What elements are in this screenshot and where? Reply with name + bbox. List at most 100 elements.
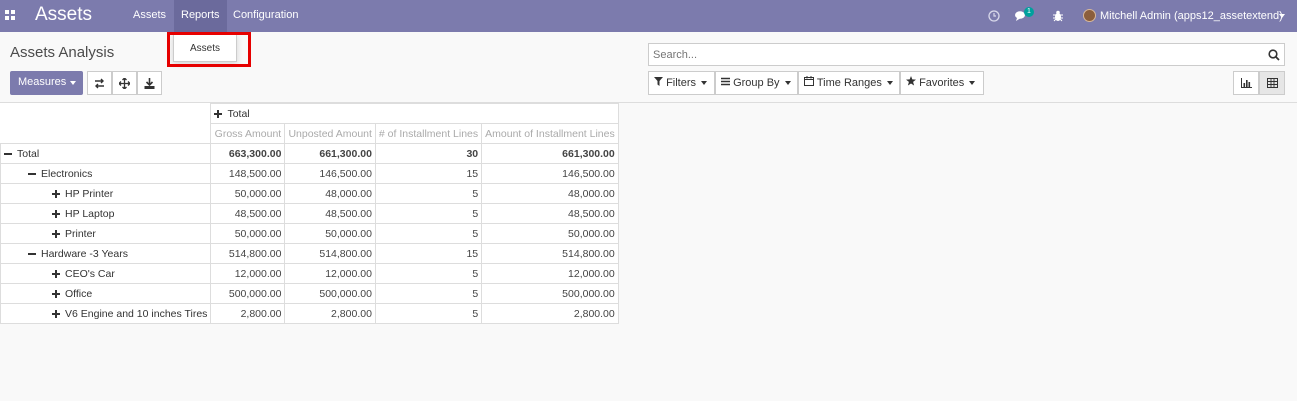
arrows-icon	[118, 77, 131, 90]
search-input[interactable]	[649, 44, 1249, 65]
row-header[interactable]: HP Printer	[0, 183, 212, 204]
measure-header-gross[interactable]: Gross Amount	[210, 123, 286, 144]
search-icon[interactable]	[1268, 49, 1280, 61]
measures-caret-icon	[70, 81, 76, 85]
value-cell[interactable]: 514,800.00	[284, 243, 376, 264]
table-row: HP Printer 50,000.00 48,000.00 5 48,000.00	[0, 183, 619, 204]
value-cell[interactable]: 514,800.00	[481, 243, 619, 264]
row-header[interactable]: Electronics	[0, 163, 212, 184]
expand-plus-icon	[52, 229, 60, 238]
favorites-button[interactable]: Favorites	[900, 71, 984, 95]
measure-header-installment-amount[interactable]: Amount of Installment Lines	[481, 123, 619, 144]
measure-header-installment-lines[interactable]: # of Installment Lines	[374, 123, 483, 144]
value-cell[interactable]: 148,500.00	[210, 163, 286, 184]
pivot-table: Total Gross Amount Unposted Amount # of …	[0, 103, 619, 324]
col-group-label: Total	[227, 107, 250, 120]
pivot-col-group-header[interactable]: Total	[210, 103, 619, 124]
value-cell[interactable]: 50,000.00	[481, 223, 619, 244]
value-cell[interactable]: 5	[374, 283, 483, 304]
value-cell[interactable]: 50,000.00	[284, 223, 376, 244]
value-cell[interactable]: 12,000.00	[210, 263, 286, 284]
activity-clock-icon[interactable]	[987, 9, 1001, 23]
menu-reports[interactable]: Reports	[174, 0, 227, 32]
measures-label: Measures	[18, 76, 67, 88]
highlight-box	[167, 32, 251, 67]
time-ranges-caret-icon	[886, 81, 893, 86]
value-cell[interactable]: 5	[374, 183, 483, 204]
value-cell[interactable]: 500,000.00	[210, 283, 286, 304]
calendar-icon	[804, 76, 814, 86]
row-label: Hardware -3 Years	[41, 247, 128, 260]
row-label: CEO's Car	[65, 267, 115, 280]
group-by-caret-icon	[784, 81, 791, 86]
pivot-view-button[interactable]	[1259, 71, 1285, 95]
value-cell[interactable]: 48,000.00	[284, 183, 376, 204]
avatar	[1083, 9, 1096, 22]
row-label: Office	[65, 287, 93, 300]
row-header[interactable]: Office	[0, 283, 212, 304]
row-header[interactable]: Total	[0, 143, 212, 164]
exchange-icon	[95, 78, 104, 89]
time-ranges-button[interactable]: Time Ranges	[798, 71, 900, 95]
value-cell[interactable]: 5	[374, 223, 483, 244]
value-cell[interactable]: 5	[374, 303, 483, 324]
value-cell[interactable]: 12,000.00	[284, 263, 376, 284]
value-cell[interactable]: 48,000.00	[481, 183, 619, 204]
row-header[interactable]: HP Laptop	[0, 203, 212, 224]
value-cell[interactable]: 514,800.00	[210, 243, 286, 264]
page-title: Assets Analysis	[10, 44, 115, 61]
value-cell[interactable]: 661,300.00	[284, 143, 376, 164]
value-cell[interactable]: 5	[374, 263, 483, 284]
table-row: Printer 50,000.00 50,000.00 5 50,000.00	[0, 223, 619, 244]
row-label: Total	[17, 147, 40, 160]
messages-badge: 1	[1024, 7, 1034, 17]
row-header[interactable]: Printer	[0, 223, 212, 244]
measures-button[interactable]: Measures	[10, 71, 83, 95]
collapse-minus-icon	[28, 252, 36, 255]
time-ranges-label: Time Ranges	[816, 77, 882, 89]
pivot-body: Total 663,300.00 661,300.00 30 661,300.00 Ele…	[0, 143, 619, 324]
value-cell[interactable]: 2,800.00	[210, 303, 286, 324]
group-by-button[interactable]: Group By	[715, 71, 798, 95]
value-cell[interactable]: 146,500.00	[481, 163, 619, 184]
value-cell[interactable]: 15	[374, 163, 483, 184]
value-cell[interactable]: 2,800.00	[284, 303, 376, 324]
flip-axis-button[interactable]	[87, 71, 112, 95]
row-header[interactable]: V6 Engine and 10 inches Tires	[0, 303, 212, 324]
download-icon	[144, 78, 155, 89]
graph-view-button[interactable]	[1233, 71, 1259, 95]
measure-header-unposted[interactable]: Unposted Amount	[284, 123, 376, 144]
menu-configuration[interactable]: Configuration	[226, 0, 305, 32]
value-cell[interactable]: 500,000.00	[284, 283, 376, 304]
value-cell[interactable]: 12,000.00	[481, 263, 619, 284]
value-cell[interactable]: 48,500.00	[210, 203, 286, 224]
expand-all-button[interactable]	[112, 71, 137, 95]
apps-menu-icon[interactable]	[5, 10, 16, 21]
value-cell[interactable]: 30	[374, 143, 483, 164]
value-cell[interactable]: 2,800.00	[481, 303, 619, 324]
value-cell[interactable]: 5	[374, 203, 483, 224]
value-cell[interactable]: 48,500.00	[481, 203, 619, 224]
debug-bug-icon[interactable]	[1051, 9, 1065, 23]
expand-plus-icon	[52, 309, 60, 318]
value-cell[interactable]: 661,300.00	[481, 143, 619, 164]
top-navbar: Assets Assets Reports Configuration 1 Mi…	[0, 0, 1297, 32]
value-cell[interactable]: 50,000.00	[210, 183, 286, 204]
menu-assets[interactable]: Assets	[126, 0, 173, 32]
row-header[interactable]: CEO's Car	[0, 263, 212, 284]
app-title[interactable]: Assets	[35, 4, 92, 26]
expand-plus-icon	[52, 209, 60, 218]
value-cell[interactable]: 500,000.00	[481, 283, 619, 304]
user-menu-caret-icon[interactable]	[1279, 14, 1285, 18]
expand-plus-icon	[52, 289, 60, 298]
value-cell[interactable]: 15	[374, 243, 483, 264]
value-cell[interactable]: 50,000.00	[210, 223, 286, 244]
value-cell[interactable]: 146,500.00	[284, 163, 376, 184]
row-header[interactable]: Hardware -3 Years	[0, 243, 212, 264]
table-row: CEO's Car 12,000.00 12,000.00 5 12,000.00	[0, 263, 619, 284]
value-cell[interactable]: 663,300.00	[210, 143, 286, 164]
download-button[interactable]	[137, 71, 162, 95]
expand-plus-icon	[214, 109, 223, 118]
filters-button[interactable]: Filters	[648, 71, 715, 95]
value-cell[interactable]: 48,500.00	[284, 203, 376, 224]
